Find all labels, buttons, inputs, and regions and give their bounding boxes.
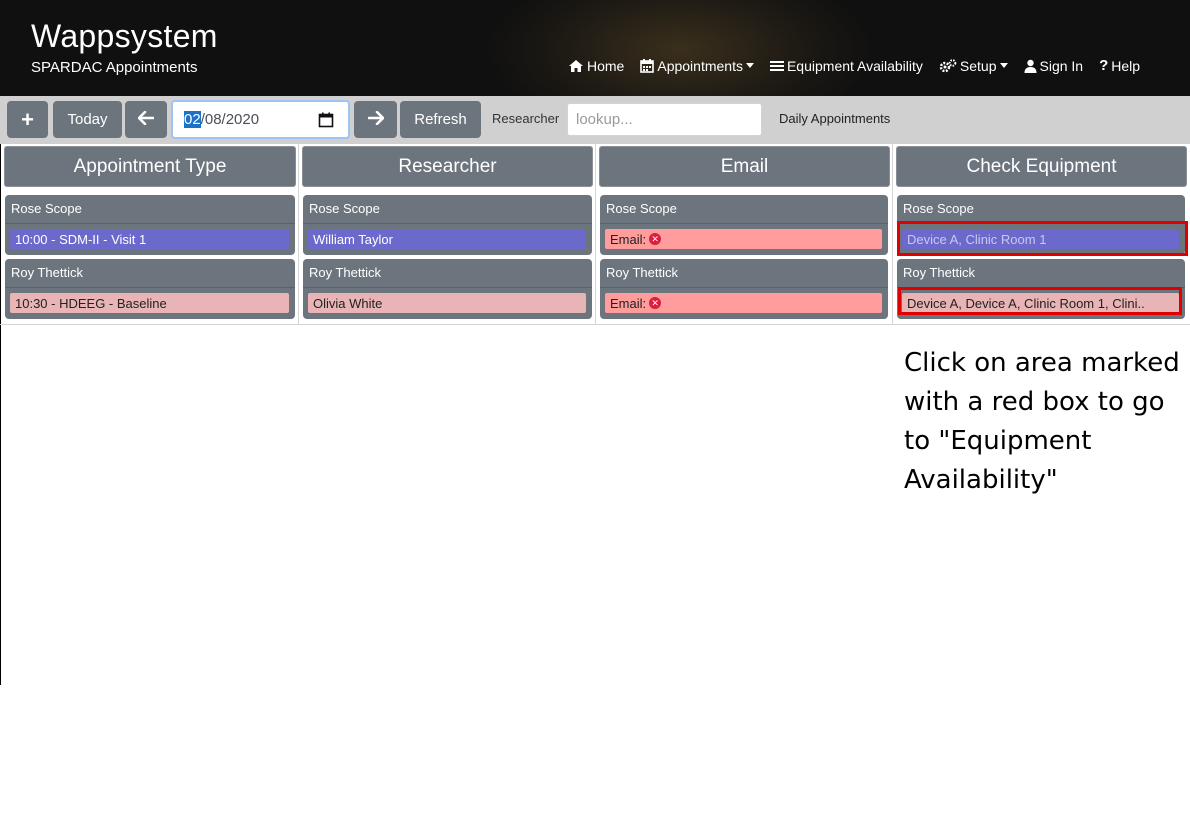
- user-icon: [1024, 59, 1037, 73]
- appointments-grid: Appointment Type Rose Scope 10:00 - SDM-…: [0, 144, 1190, 325]
- nav-sign-in-label: Sign In: [1039, 57, 1084, 74]
- error-x-icon: ✕: [649, 233, 662, 245]
- appointment-time-link[interactable]: 10:00 - SDM-II - Visit 1: [10, 229, 289, 249]
- nav-equipment-label: Equipment Availability: [786, 57, 923, 74]
- email-card: Roy Thettick Email: ✕: [600, 259, 888, 319]
- column-header-check-equipment: Check Equipment: [896, 146, 1187, 187]
- card-divider: [5, 223, 295, 224]
- nav-home-label: Home: [587, 57, 625, 74]
- app-subtitle: SPARDAC Appointments: [31, 59, 198, 76]
- card-divider: [303, 287, 592, 288]
- add-appointment-button[interactable]: +: [7, 101, 48, 138]
- app-title[interactable]: Wappsystem: [31, 18, 218, 55]
- nav-setup-label: Setup: [959, 57, 997, 74]
- previous-day-button[interactable]: [125, 101, 167, 138]
- email-label: Email:: [610, 231, 647, 247]
- researcher-card: Rose Scope William Taylor: [303, 195, 592, 255]
- researcher-card: Roy Thettick Olivia White: [303, 259, 592, 319]
- nav-sign-in[interactable]: Sign In: [1024, 57, 1084, 74]
- chevron-down-icon: [999, 63, 1008, 68]
- participant-name: Rose Scope: [309, 201, 380, 216]
- column-check-equipment: Check Equipment Rose Scope Device A, Cli…: [893, 144, 1190, 324]
- top-nav: Home Appointments Equipment Availability…: [568, 57, 1140, 74]
- appointment-card: Rose Scope 10:00 - SDM-II - Visit 1: [5, 195, 295, 255]
- chevron-down-icon: [745, 63, 754, 68]
- participant-name: Rose Scope: [903, 201, 974, 216]
- equipment-availability-link[interactable]: Device A, Clinic Room 1: [902, 229, 1179, 249]
- arrow-left-icon: [137, 110, 155, 129]
- arrow-right-icon: [367, 110, 384, 129]
- calendar-icon: [640, 58, 655, 73]
- column-header-researcher: Researcher: [302, 146, 593, 187]
- column-header-email: Email: [599, 146, 890, 187]
- nav-home[interactable]: Home: [568, 58, 624, 74]
- researcher-name-link[interactable]: William Taylor: [308, 229, 586, 249]
- card-divider: [600, 223, 888, 224]
- nav-appointments-label: Appointments: [657, 57, 743, 74]
- equipment-card: Roy Thettick Device A, Device A, Clinic …: [897, 259, 1185, 319]
- card-divider: [303, 223, 592, 224]
- card-divider: [897, 287, 1185, 288]
- home-icon: [568, 59, 584, 73]
- nav-help[interactable]: ? Help: [1099, 57, 1140, 74]
- column-appointment-type: Appointment Type Rose Scope 10:00 - SDM-…: [1, 144, 299, 324]
- error-x-icon: ✕: [649, 297, 662, 309]
- equipment-card: Rose Scope Device A, Clinic Room 1: [897, 195, 1185, 255]
- next-day-button[interactable]: [354, 101, 397, 138]
- participant-name: Roy Thettick: [11, 265, 84, 280]
- date-field[interactable]: 02/08/2020: [171, 100, 350, 139]
- card-divider: [600, 287, 888, 288]
- refresh-button[interactable]: Refresh: [400, 101, 481, 138]
- equipment-availability-link[interactable]: Device A, Device A, Clinic Room 1, Clini…: [902, 293, 1179, 313]
- date-day-segment[interactable]: 02: [184, 111, 201, 128]
- instruction-note: Click on area marked with a red box to g…: [904, 348, 1180, 495]
- email-status[interactable]: Email: ✕: [605, 293, 882, 313]
- participant-name: Rose Scope: [11, 201, 82, 216]
- nav-setup[interactable]: Setup: [939, 58, 1008, 74]
- app-header: Wappsystem SPARDAC Appointments Home App…: [0, 0, 1190, 96]
- email-label: Email:: [610, 295, 647, 311]
- email-card: Rose Scope Email: ✕: [600, 195, 888, 255]
- participant-name: Rose Scope: [606, 201, 677, 216]
- appointment-card: Roy Thettick 10:30 - HDEEG - Baseline: [5, 259, 295, 319]
- column-email: Email Rose Scope Email: ✕ Roy Thettick E…: [596, 144, 893, 324]
- card-divider: [897, 223, 1185, 224]
- participant-name: Roy Thettick: [606, 265, 679, 280]
- appointment-time-link[interactable]: 10:30 - HDEEG - Baseline: [10, 293, 289, 313]
- list-icon: [769, 60, 784, 72]
- card-divider: [5, 287, 295, 288]
- email-status[interactable]: Email: ✕: [605, 229, 882, 249]
- question-icon: ?: [1099, 57, 1109, 74]
- column-header-appointment-type: Appointment Type: [4, 146, 296, 187]
- date-rest: /08/2020: [200, 111, 260, 128]
- toolbar: + Today 02/08/2020 Refresh Researcher lo…: [0, 96, 1190, 144]
- nav-help-label: Help: [1111, 57, 1141, 74]
- nav-equipment-availability[interactable]: Equipment Availability: [769, 57, 923, 74]
- gears-icon: [939, 58, 957, 73]
- researcher-lookup-input[interactable]: lookup...: [567, 103, 762, 136]
- participant-name: Roy Thettick: [309, 265, 382, 280]
- column-researcher: Researcher Rose Scope William Taylor Roy…: [299, 144, 596, 324]
- view-mode-label: Daily Appointments: [779, 111, 891, 126]
- participant-name: Roy Thettick: [903, 265, 976, 280]
- today-button[interactable]: Today: [53, 101, 122, 138]
- researcher-label: Researcher: [492, 111, 560, 126]
- nav-appointments[interactable]: Appointments: [640, 58, 754, 74]
- researcher-name-link[interactable]: Olivia White: [308, 293, 586, 313]
- calendar-picker-icon[interactable]: [318, 112, 334, 132]
